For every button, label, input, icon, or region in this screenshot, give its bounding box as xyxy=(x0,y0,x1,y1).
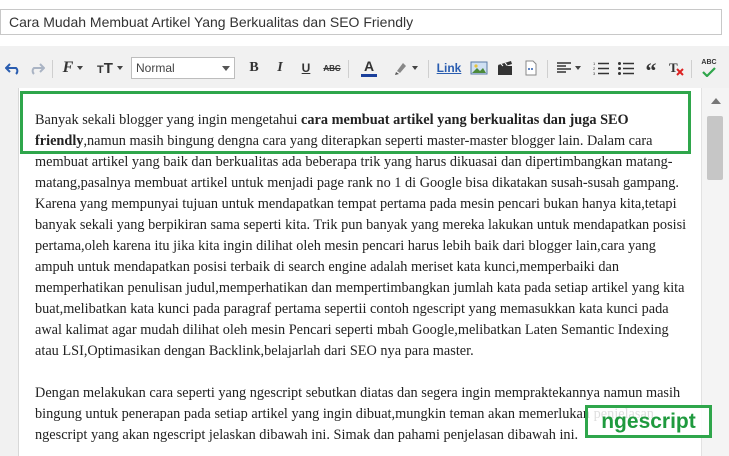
link-button[interactable]: Link xyxy=(434,56,464,80)
bulleted-list-icon xyxy=(618,62,634,75)
chevron-down-icon xyxy=(411,66,418,70)
checkmark-icon xyxy=(702,67,716,77)
chevron-down-icon xyxy=(77,66,84,70)
undo-button[interactable] xyxy=(4,56,22,80)
font-size-button[interactable]: TT xyxy=(94,56,126,80)
font-size-icon: TT xyxy=(97,59,113,77)
bold-button[interactable]: B xyxy=(243,56,265,80)
spell-check-button[interactable]: ABC xyxy=(697,56,721,80)
ngescript-watermark: ngescript xyxy=(585,405,712,438)
post-title-bar xyxy=(0,0,729,46)
undo-icon xyxy=(5,63,19,75)
strikethrough-button[interactable]: ABC xyxy=(320,56,344,80)
font-family-icon: F xyxy=(62,59,74,76)
post-body-editor[interactable]: Banyak sekali blogger yang ingin mengeta… xyxy=(18,88,701,456)
remove-formatting-button[interactable]: T xyxy=(666,56,686,80)
chevron-down-icon xyxy=(222,66,230,71)
redo-icon xyxy=(31,63,45,75)
redo-button[interactable] xyxy=(28,56,46,80)
spell-check-label: ABC xyxy=(701,59,717,66)
insert-jump-break-button[interactable] xyxy=(520,56,542,80)
post-paragraph: Banyak sekali blogger yang ingin mengeta… xyxy=(35,110,691,362)
insert-video-button[interactable] xyxy=(494,56,516,80)
scrollbar-thumb[interactable] xyxy=(707,116,723,180)
image-icon xyxy=(470,61,488,75)
alignment-button[interactable] xyxy=(553,56,585,80)
editor-scrollbar[interactable] xyxy=(701,88,729,456)
numbered-list-icon: 123 xyxy=(593,61,609,75)
jump-break-icon xyxy=(525,60,537,76)
italic-button[interactable]: I xyxy=(270,56,290,80)
toolbar-separator xyxy=(428,60,429,78)
toolbar-separator xyxy=(348,60,349,78)
underline-button[interactable]: U xyxy=(296,56,316,80)
video-icon xyxy=(498,61,512,75)
watermark-text: ngescript xyxy=(601,409,696,433)
toolbar-separator xyxy=(547,60,548,78)
editor-toolbar: F TT B I U ABC A Link 123 “ T ABC xyxy=(0,52,729,84)
paragraph-text: ,namun masih bingung dengna cara yang di… xyxy=(35,133,687,359)
numbered-list-button[interactable]: 123 xyxy=(590,56,612,80)
toolbar-separator xyxy=(52,60,53,78)
paragraph-text: Banyak sekali blogger yang ingin mengeta… xyxy=(35,112,302,128)
highlighter-icon xyxy=(394,63,406,75)
svg-text:3: 3 xyxy=(593,71,596,75)
paragraph-format-select[interactable]: Normal xyxy=(131,57,235,79)
text-color-button[interactable]: A xyxy=(354,56,384,80)
svg-text:T: T xyxy=(669,60,678,75)
remove-formatting-icon: T xyxy=(669,60,684,76)
align-left-icon xyxy=(557,62,571,73)
chevron-down-icon xyxy=(575,66,581,70)
insert-image-button[interactable] xyxy=(468,56,490,80)
bulleted-list-button[interactable] xyxy=(615,56,637,80)
quote-button[interactable]: “ xyxy=(641,56,661,83)
font-family-button[interactable]: F xyxy=(58,56,88,80)
scroll-up-arrow-icon[interactable] xyxy=(711,98,721,104)
paragraph-format-value: Normal xyxy=(136,61,175,75)
post-title-input[interactable] xyxy=(0,9,722,35)
toolbar-separator xyxy=(691,60,692,78)
chevron-down-icon xyxy=(116,66,123,70)
text-color-bar xyxy=(361,74,377,77)
quote-icon: “ xyxy=(645,58,657,83)
highlight-color-button[interactable] xyxy=(388,56,422,80)
text-color-icon: A xyxy=(363,58,375,74)
